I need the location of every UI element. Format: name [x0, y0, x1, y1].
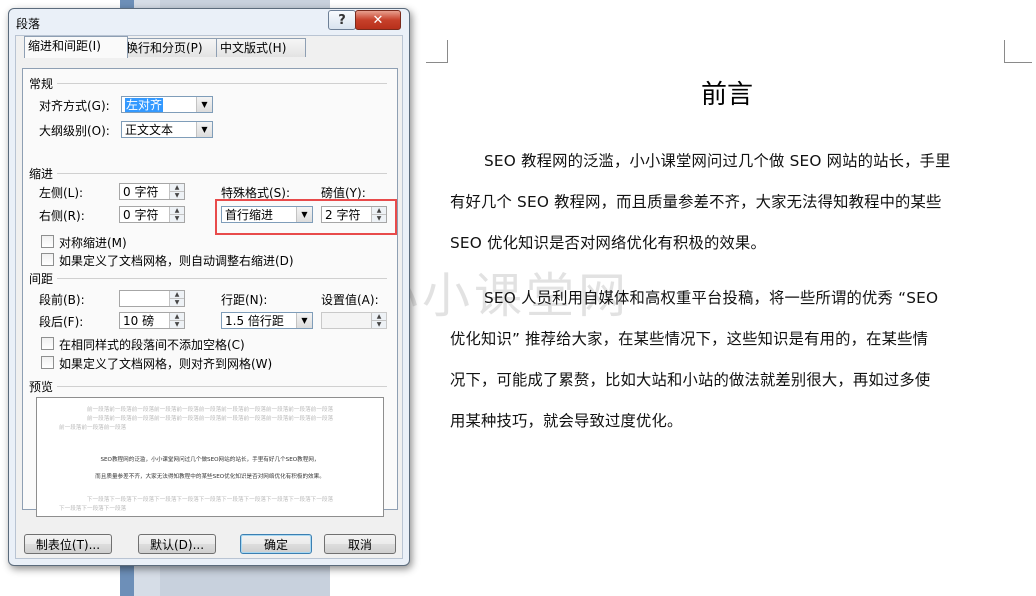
space-before-label: 段前(B): — [39, 293, 85, 307]
dialog-title: 段落 — [16, 17, 41, 31]
outline-level-label: 大纲级别(O): — [39, 124, 110, 138]
dialog-client: 缩进和间距(I) 换行和分页(P) 中文版式(H) 常规 对齐方式(G): 左对… — [15, 35, 403, 559]
alignment-label: 对齐方式(G): — [39, 99, 110, 113]
line-spacing-label: 行距(N): — [221, 293, 268, 307]
preview-next-line: 下一段落下一段落下一段落下一段落下一段落下一段落下一段落下一段落下一段落下一段落… — [86, 497, 334, 503]
spin-up-icon[interactable]: ▲ — [170, 184, 184, 192]
space-before-spinner[interactable]: ▲ ▼ — [119, 290, 185, 307]
ok-button[interactable]: 确定 — [240, 534, 312, 554]
snap-to-grid-checkbox[interactable] — [41, 356, 54, 369]
mirror-indent-label: 对称缩进(M) — [59, 236, 127, 250]
auto-adjust-right-indent-label: 如果定义了文档网格，则自动调整右缩进(D) — [59, 254, 294, 268]
document-paragraph-2: SEO 人员利用自媒体和高权重平台投稿，将一些所谓的优秀 “SEO 优化知识” … — [450, 278, 1002, 442]
right-indent-value: 0 字符 — [123, 208, 159, 222]
alignment-value: 左对齐 — [125, 98, 164, 112]
crop-mark — [426, 62, 448, 63]
line-spacing-select[interactable]: 1.5 倍行距 ▼ — [221, 312, 313, 329]
spin-up-icon[interactable]: ▲ — [170, 207, 184, 215]
no-space-same-style-checkbox[interactable] — [41, 337, 54, 350]
paragraph-line: 用某种技巧，就会导致过度优化。 — [450, 412, 683, 430]
divider — [57, 83, 387, 84]
line-spacing-value: 1.5 倍行距 — [225, 314, 284, 328]
outline-level-value: 正文文本 — [125, 123, 174, 137]
divider — [57, 278, 387, 279]
paragraph-dialog: 段落 ? ✕ 缩进和间距(I) 换行和分页(P) 中文版式(H) 常规 对齐方式… — [8, 8, 410, 566]
divider — [57, 173, 387, 174]
spin-down-icon[interactable]: ▼ — [170, 321, 184, 328]
spacing-at-spinner[interactable]: ▲ ▼ — [321, 312, 387, 329]
tabs-button[interactable]: 制表位(T)... — [24, 534, 112, 554]
spinner-arrows[interactable]: ▲ ▼ — [169, 313, 184, 328]
space-after-spinner[interactable]: 10 磅 ▲ ▼ — [119, 312, 185, 329]
spinner-arrows[interactable]: ▲ ▼ — [169, 207, 184, 222]
spacing-section-title: 间距 — [29, 272, 54, 286]
no-space-same-style-label: 在相同样式的段落间不添加空格(C) — [59, 338, 245, 352]
preview-previous-line: 前一段落前一段落前一段落前一段落前一段落前一段落前一段落前一段落前一段落前一段落… — [86, 407, 334, 413]
tab-asian-typography[interactable]: 中文版式(H) — [216, 38, 306, 57]
spin-down-icon[interactable]: ▼ — [170, 192, 184, 199]
preview-previous-line: 前一段落前一段落前一段落前一段落前一段落前一段落前一段落前一段落前一段落前一段落… — [86, 416, 334, 422]
space-after-value: 10 磅 — [123, 314, 155, 328]
paragraph-line: SEO 教程网的泛滥，小小课堂网问过几个做 SEO 网站的站长，手里 — [484, 152, 951, 170]
crop-mark — [1004, 62, 1032, 63]
chevron-down-icon[interactable]: ▼ — [296, 313, 312, 328]
spin-down-icon[interactable]: ▼ — [372, 321, 386, 328]
tab-indents-spacing[interactable]: 缩进和间距(I) — [24, 36, 128, 58]
red-highlight-box — [215, 199, 397, 235]
spin-up-icon[interactable]: ▲ — [372, 313, 386, 321]
dialog-titlebar[interactable]: 段落 ? ✕ — [9, 9, 409, 35]
mirror-indent-checkbox[interactable] — [41, 235, 54, 248]
spinner-arrows[interactable]: ▲ ▼ — [371, 313, 386, 328]
right-indent-spinner[interactable]: 0 字符 ▲ ▼ — [119, 206, 185, 223]
spin-up-icon[interactable]: ▲ — [170, 291, 184, 299]
spin-up-icon[interactable]: ▲ — [170, 313, 184, 321]
paragraph-line: SEO 人员利用自媒体和高权重平台投稿，将一些所谓的优秀 “SEO — [484, 289, 939, 307]
tab-panel: 常规 对齐方式(G): 左对齐 ▼ 大纲级别(O): 正文文本 ▼ 缩进 左侧(… — [22, 68, 398, 517]
divider — [57, 386, 387, 387]
spacing-at-label: 设置值(A): — [321, 293, 379, 307]
document-paragraph-1: SEO 教程网的泛滥，小小课堂网问过几个做 SEO 网站的站长，手里 有好几个 … — [450, 141, 1002, 264]
paragraph-preview: 前一段落前一段落前一段落前一段落前一段落前一段落前一段落前一段落前一段落前一段落… — [36, 397, 384, 517]
set-default-button[interactable]: 默认(D)... — [138, 534, 216, 554]
spin-down-icon[interactable]: ▼ — [170, 215, 184, 222]
right-indent-label: 右侧(R): — [39, 209, 85, 223]
help-button[interactable]: ? — [328, 10, 356, 30]
paragraph-line: 有好几个 SEO 教程网，而且质量参差不齐，大家无法得知教程中的某些 — [450, 193, 942, 211]
left-indent-spinner[interactable]: 0 字符 ▲ ▼ — [119, 183, 185, 200]
space-after-label: 段后(F): — [39, 315, 84, 329]
paragraph-line: 优化知识” 推荐给大家，在某些情况下，这些知识是有用的，在某些情 — [450, 330, 929, 348]
left-indent-value: 0 字符 — [123, 185, 159, 199]
general-section-title: 常规 — [29, 77, 54, 91]
outline-level-select[interactable]: 正文文本 ▼ — [121, 121, 213, 138]
snap-to-grid-label: 如果定义了文档网格，则对齐到网格(W) — [59, 357, 273, 371]
spinner-arrows[interactable]: ▲ ▼ — [169, 184, 184, 199]
document-title: 前言 — [700, 80, 753, 110]
paragraph-line: 况下，可能成了累赘，比如大站和小站的做法就差别很大，再如过多使 — [450, 371, 931, 389]
left-indent-label: 左侧(L): — [39, 186, 84, 200]
cancel-button[interactable]: 取消 — [324, 534, 396, 554]
crop-mark — [1004, 40, 1005, 62]
auto-adjust-right-indent-checkbox[interactable] — [41, 253, 54, 266]
preview-sample-line: 而且质量参差不齐，大家无法得知教程中的某些SEO优化知识是否对网络优化有积极的效… — [95, 474, 325, 480]
spin-down-icon[interactable]: ▼ — [170, 299, 184, 306]
close-button[interactable]: ✕ — [355, 10, 401, 30]
tab-line-page-breaks[interactable]: 换行和分页(P) — [122, 38, 222, 57]
preview-next-line: 下一段落下一段落下一段落 — [59, 506, 127, 512]
preview-previous-line: 前一段落前一段落前一段落 — [59, 425, 127, 431]
alignment-select[interactable]: 左对齐 ▼ — [121, 96, 213, 113]
chevron-down-icon[interactable]: ▼ — [196, 122, 212, 137]
preview-sample-line: SEO教程网的泛滥，小小课堂网问过几个做SEO网站的站长，手里有好几个SEO教程… — [100, 457, 320, 463]
preview-section-title: 预览 — [29, 380, 54, 394]
crop-mark — [447, 40, 448, 62]
spinner-arrows[interactable]: ▲ ▼ — [169, 291, 184, 306]
chevron-down-icon[interactable]: ▼ — [196, 97, 212, 112]
indent-section-title: 缩进 — [29, 167, 54, 181]
